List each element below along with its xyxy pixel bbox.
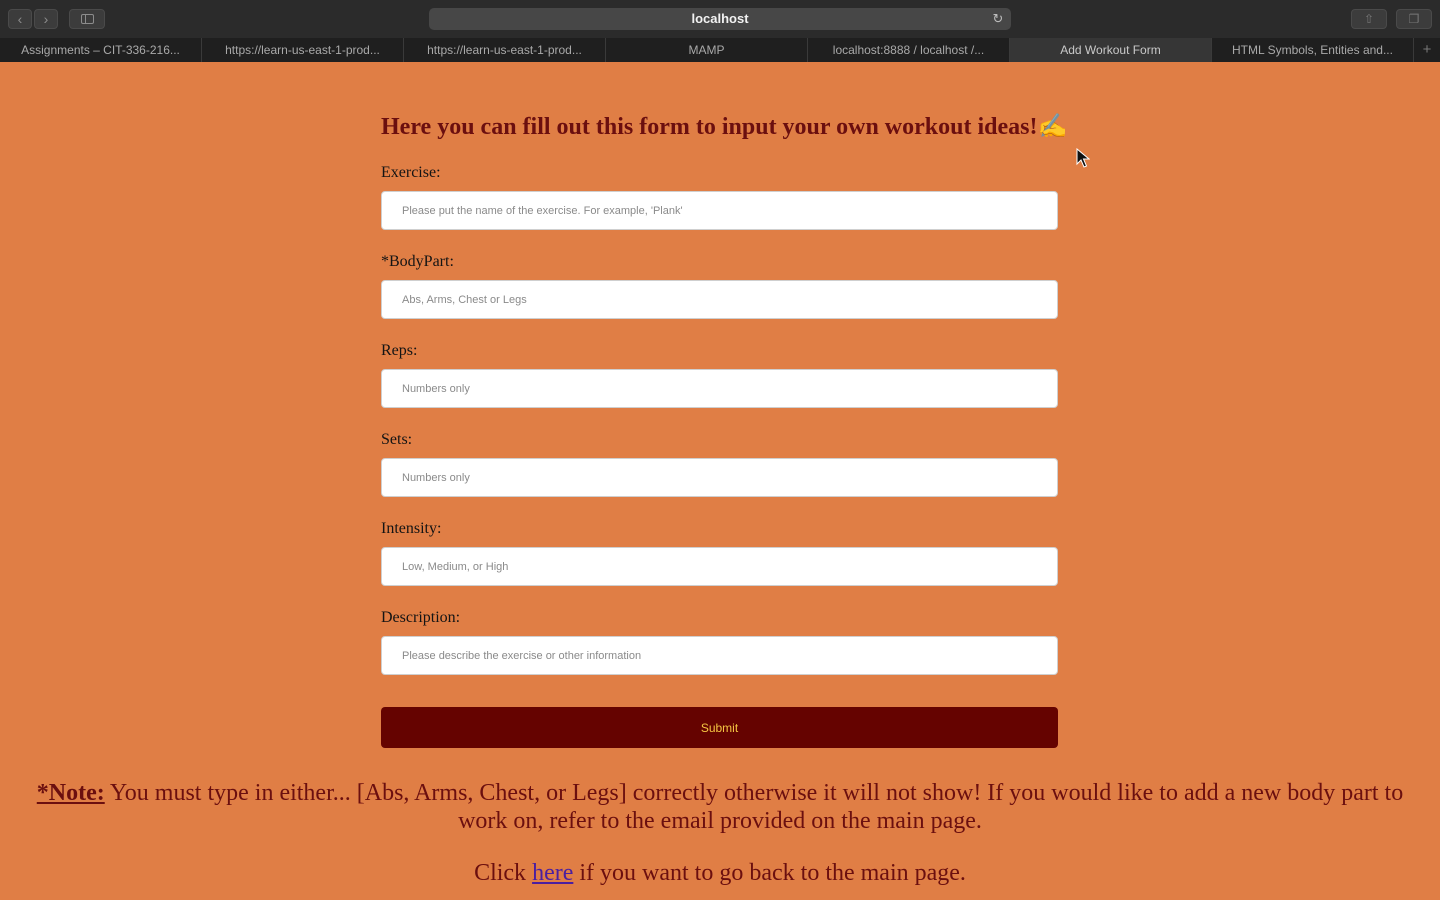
tab-bar: Assignments – CIT-336-216... https://lea… bbox=[0, 38, 1440, 62]
tab-learn-2[interactable]: https://learn-us-east-1-prod... bbox=[404, 38, 606, 62]
tab-phpmyadmin[interactable]: localhost:8888 / localhost /... bbox=[808, 38, 1010, 62]
back-text-before: Click bbox=[474, 860, 533, 886]
browser-toolbar: ‹ › localhost ↻ ⇧ ❐ bbox=[0, 0, 1440, 39]
reps-label: Reps: bbox=[381, 342, 418, 359]
sidebar-toggle-icon[interactable] bbox=[69, 9, 105, 29]
reps-input[interactable] bbox=[381, 369, 1058, 408]
exercise-input[interactable] bbox=[381, 191, 1058, 230]
mouse-pointer-icon bbox=[1076, 148, 1090, 168]
tab-html-symbols[interactable]: HTML Symbols, Entities and... bbox=[1212, 38, 1414, 62]
back-to-main-text: Click here if you want to go back to the… bbox=[20, 858, 1420, 888]
address-url: localhost bbox=[691, 11, 749, 26]
intensity-input[interactable] bbox=[381, 547, 1058, 586]
address-bar[interactable]: localhost ↻ bbox=[429, 8, 1011, 30]
note-label: *Note: bbox=[36, 780, 105, 806]
back-text-after: if you want to go back to the main page. bbox=[573, 860, 966, 886]
tab-mamp[interactable]: MAMP bbox=[606, 38, 808, 62]
sets-input[interactable] bbox=[381, 458, 1058, 497]
bodypart-label: *BodyPart: bbox=[381, 253, 454, 270]
exercise-label: Exercise: bbox=[381, 164, 441, 181]
share-icon[interactable]: ⇧ bbox=[1351, 9, 1387, 29]
note-text: You must type in either... [Abs, Arms, C… bbox=[104, 780, 1404, 834]
sets-label: Sets: bbox=[381, 431, 413, 448]
back-to-main-link[interactable]: here bbox=[532, 860, 573, 886]
tab-assignments[interactable]: Assignments – CIT-336-216... bbox=[0, 38, 202, 62]
back-arrow-icon[interactable]: ‹ bbox=[8, 9, 32, 29]
tab-learn-1[interactable]: https://learn-us-east-1-prod... bbox=[202, 38, 404, 62]
tab-add-workout-form[interactable]: Add Workout Form bbox=[1010, 38, 1212, 62]
body-part-note: *Note: You must type in either... [Abs, … bbox=[20, 779, 1420, 835]
page-title: Here you can fill out this form to input… bbox=[381, 114, 1068, 140]
submit-button[interactable]: Submit bbox=[381, 707, 1058, 748]
intensity-label: Intensity: bbox=[381, 520, 442, 537]
reload-icon[interactable]: ↻ bbox=[991, 12, 1005, 26]
new-tab-plus-icon[interactable]: + bbox=[1414, 38, 1440, 62]
description-input[interactable] bbox=[381, 636, 1058, 675]
tab-overview-icon[interactable]: ❐ bbox=[1396, 9, 1432, 29]
forward-arrow-icon[interactable]: › bbox=[34, 9, 58, 29]
bodypart-input[interactable] bbox=[381, 280, 1058, 319]
description-label: Description: bbox=[381, 609, 461, 626]
